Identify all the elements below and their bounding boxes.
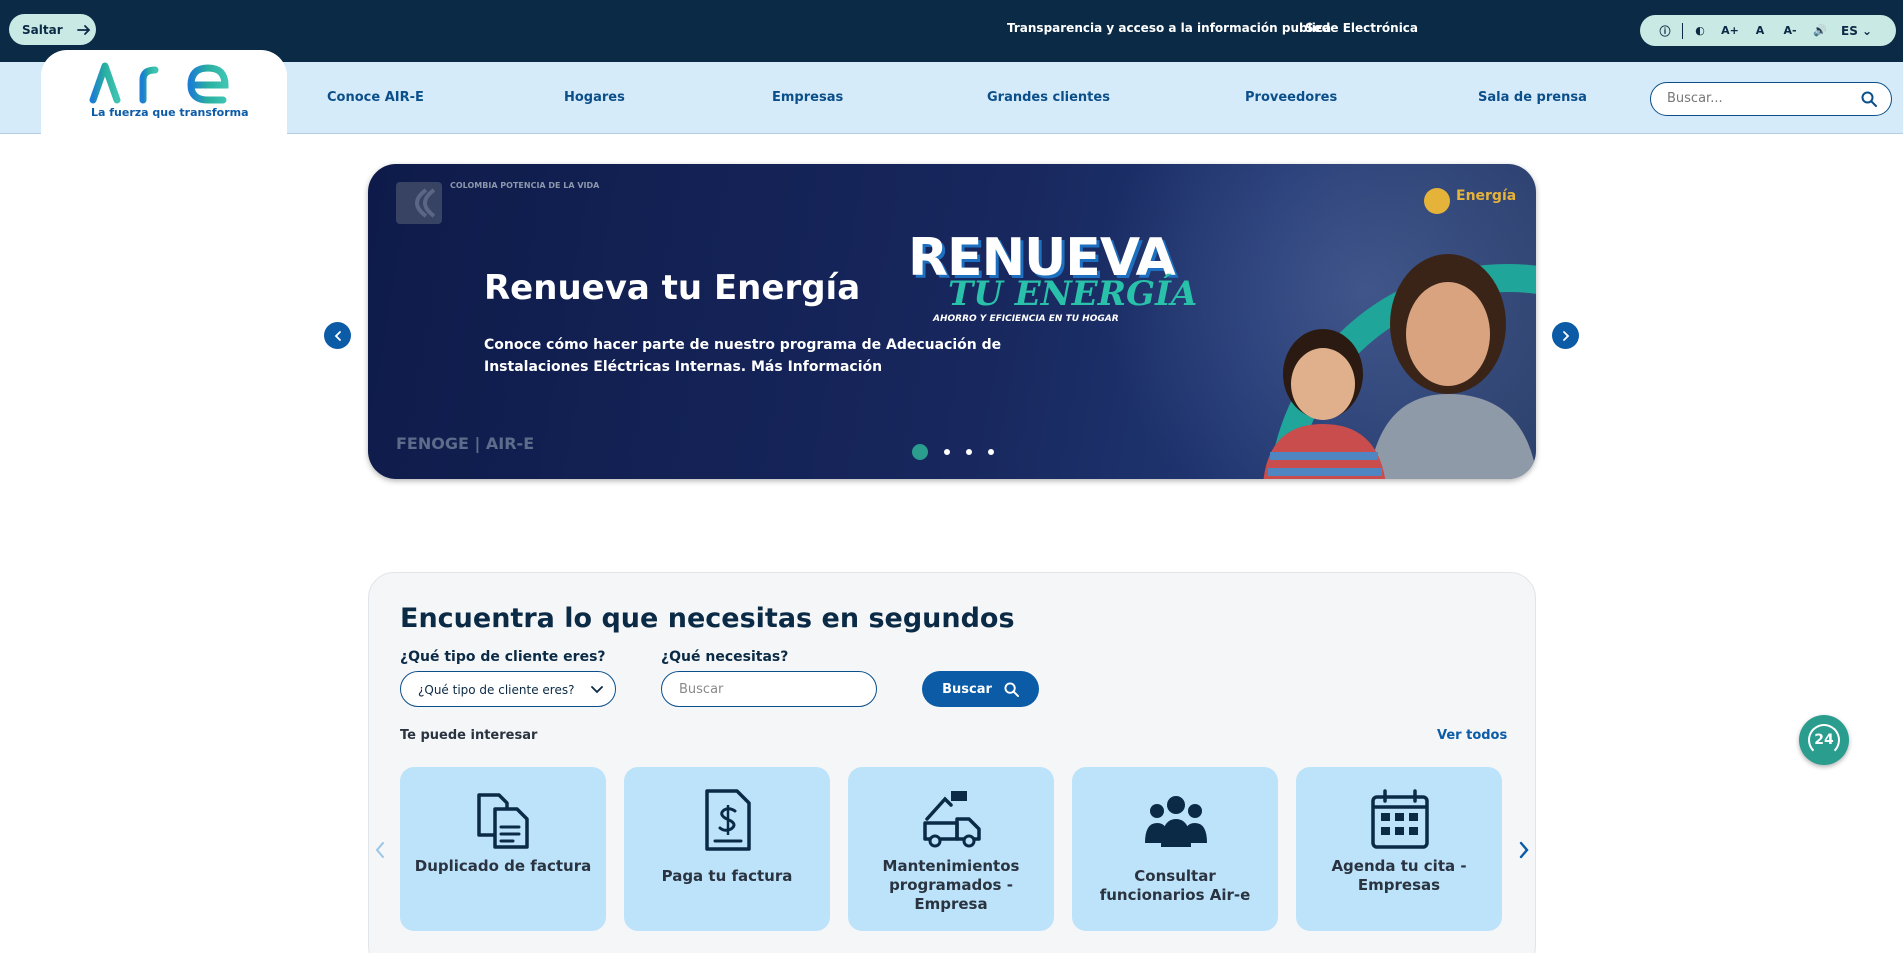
- bill-dollar-icon: [705, 789, 751, 851]
- speaker-icon[interactable]: 🔊: [1805, 24, 1835, 37]
- air-e-logo: [89, 62, 229, 104]
- divider: [1682, 22, 1683, 39]
- logo-tagline: La fuerza que transforma: [91, 106, 249, 119]
- hero-description[interactable]: Conoce cómo hacer parte de nuestro progr…: [484, 334, 1044, 378]
- card-label: Agenda tu cita - Empresas: [1331, 857, 1467, 894]
- search-icon: [1004, 681, 1019, 697]
- nav-item-empresas[interactable]: Empresas: [772, 90, 843, 105]
- quick-finder-panel: Encuentra lo que necesitas en segundos ¿…: [368, 572, 1536, 953]
- documents-icon: [477, 793, 529, 849]
- chevron-down-icon: ⌄: [1862, 23, 1873, 38]
- need-field: [661, 671, 877, 707]
- client-type-label: ¿Qué tipo de cliente eres?: [400, 649, 606, 665]
- language-selector[interactable]: ES ⌄: [1841, 24, 1872, 38]
- nav-item-conoce-aire[interactable]: Conoce AIR-E: [327, 90, 424, 105]
- nav-item-sala-de-prensa[interactable]: Sala de prensa: [1478, 90, 1587, 105]
- quick-card-consultar-funcionarios[interactable]: Consultar funcionarios Air-e: [1072, 767, 1278, 931]
- people-group-icon: [1145, 796, 1207, 847]
- chevron-left-icon: [375, 842, 384, 858]
- government-seal-icon: [1424, 188, 1450, 214]
- carousel-pagination: [912, 444, 994, 460]
- utility-truck-icon: [923, 791, 981, 848]
- carousel-dot-1[interactable]: [912, 444, 928, 460]
- hero-title: Renueva tu Energía: [484, 268, 861, 308]
- skip-label: Saltar: [22, 22, 63, 37]
- transparency-link[interactable]: Transparencia y acceso a la información …: [1007, 21, 1331, 35]
- energia-logo-text: Energía: [1456, 188, 1517, 204]
- quick-card-paga-factura[interactable]: Paga tu factura: [624, 767, 830, 931]
- campaign-subtitle: TU ENERGÍA: [948, 274, 1198, 314]
- accessibility-toolbar: ⓘ ◐ A+ A A- 🔊 ES ⌄: [1640, 15, 1896, 46]
- carousel-dot-4[interactable]: [988, 449, 994, 455]
- cards-next-button[interactable]: [1515, 837, 1533, 863]
- card-label: Paga tu factura: [661, 867, 793, 885]
- carousel-next-button[interactable]: [1552, 322, 1579, 349]
- chevron-left-icon: [334, 330, 341, 341]
- font-reset-button[interactable]: A: [1745, 24, 1775, 37]
- client-type-select[interactable]: ¿Qué tipo de cliente eres?: [400, 671, 616, 707]
- card-label: Duplicado de factura: [414, 857, 592, 875]
- nav-item-hogares[interactable]: Hogares: [564, 90, 625, 105]
- chevron-right-icon: [1562, 330, 1569, 341]
- chevron-right-icon: [1519, 841, 1529, 859]
- hero-photo-family: [1263, 254, 1536, 479]
- carousel-dot-3[interactable]: [966, 449, 972, 455]
- font-increase-button[interactable]: A+: [1715, 24, 1745, 37]
- client-type-value: ¿Qué tipo de cliente eres?: [418, 683, 575, 697]
- need-search-input[interactable]: [679, 682, 859, 697]
- carousel-prev-button[interactable]: [324, 322, 351, 349]
- finder-search-label: Buscar: [942, 681, 992, 697]
- electronic-office-link[interactable]: Sede Electrónica: [1305, 21, 1418, 35]
- skip-button[interactable]: Saltar: [9, 14, 96, 45]
- card-label: Consultar funcionarios Air-e: [1099, 867, 1251, 904]
- finder-title: Encuentra lo que necesitas en segundos: [400, 603, 1015, 634]
- see-all-link[interactable]: Ver todos: [1437, 728, 1507, 743]
- cards-prev-button[interactable]: [371, 837, 389, 863]
- search-icon[interactable]: [1861, 91, 1877, 107]
- hero-carousel[interactable]: COLOMBIA POTENCIA DE LA VIDA Energía REN…: [368, 164, 1536, 479]
- info-icon[interactable]: ⓘ: [1650, 23, 1680, 39]
- support-24h-button[interactable]: 24: [1799, 715, 1849, 765]
- page-root: Saltar Transparencia y acceso a la infor…: [0, 0, 1903, 953]
- colombia-logo-text: COLOMBIA POTENCIA DE LA VIDA: [450, 181, 600, 190]
- partner-logos: FENOGE | AIR-E: [396, 434, 535, 453]
- finder-search-button[interactable]: Buscar: [922, 671, 1039, 707]
- site-search-input[interactable]: [1667, 91, 1847, 106]
- font-decrease-button[interactable]: A-: [1775, 24, 1805, 37]
- nav-item-grandes-clientes[interactable]: Grandes clientes: [987, 90, 1110, 105]
- nav-item-proveedores[interactable]: Proveedores: [1245, 90, 1337, 105]
- language-code: ES: [1841, 23, 1858, 38]
- card-label: Mantenimientos programados - Empresa: [882, 857, 1020, 913]
- campaign-tagline: AHORRO Y EFICIENCIA EN TU HOGAR: [933, 314, 1119, 324]
- quick-card-agenda-cita[interactable]: Agenda tu cita - Empresas: [1296, 767, 1502, 931]
- quick-card-mantenimientos[interactable]: Mantenimientos programados - Empresa: [848, 767, 1054, 931]
- headset-icon: [1808, 724, 1840, 756]
- interest-label: Te puede interesar: [400, 728, 538, 743]
- contrast-icon[interactable]: ◐: [1685, 24, 1715, 37]
- top-utility-bar: Saltar Transparencia y acceso a la infor…: [0, 0, 1903, 62]
- carousel-dot-2[interactable]: [944, 449, 950, 455]
- logo-home-link[interactable]: La fuerza que transforma: [41, 50, 287, 134]
- site-search: [1650, 82, 1892, 116]
- arrow-right-icon: [76, 24, 90, 35]
- quick-card-duplicado-factura[interactable]: Duplicado de factura: [400, 767, 606, 931]
- calendar-icon: [1371, 789, 1429, 849]
- need-label: ¿Qué necesitas?: [661, 649, 789, 665]
- chevron-down-icon: [591, 686, 603, 694]
